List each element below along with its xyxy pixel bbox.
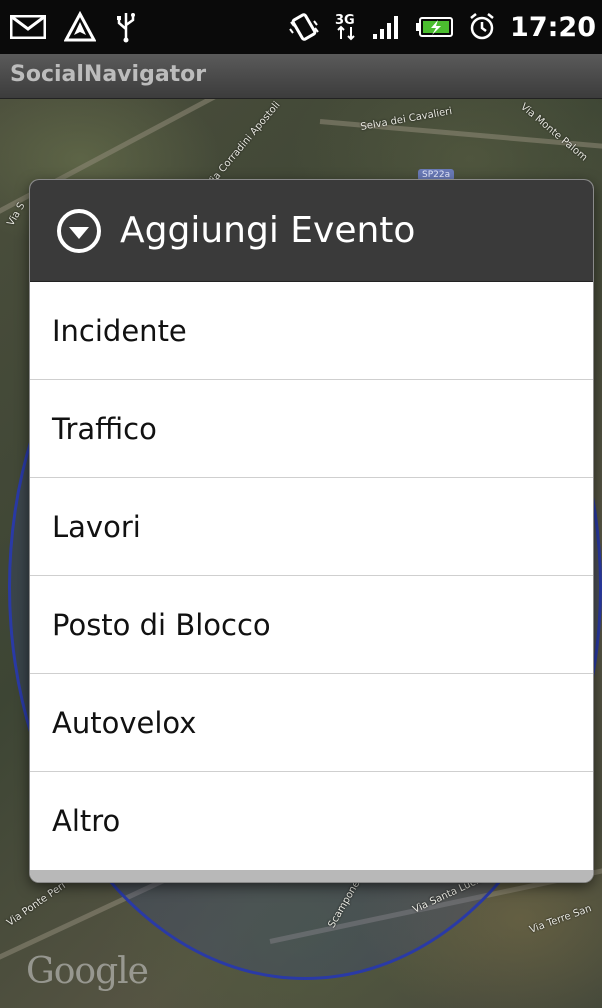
event-option-autovelox[interactable]: Autovelox [30, 674, 593, 772]
network-type: 3G [335, 13, 355, 28]
event-option-incidente[interactable]: Incidente [30, 282, 593, 380]
dialog-title: Aggiungi Evento [120, 210, 416, 251]
app-title: SocialNavigator [10, 62, 207, 87]
event-option-altro[interactable]: Altro [30, 772, 593, 869]
app-title-bar: SocialNavigator [0, 54, 602, 99]
3g-data-icon: 3G [334, 11, 358, 43]
battery-charging-icon [416, 16, 454, 38]
dialog-footer [30, 870, 593, 882]
event-option-traffico[interactable]: Traffico [30, 380, 593, 478]
signal-icon [372, 14, 402, 40]
status-bar: 3G 17:20 [0, 0, 602, 54]
google-logo: Google [26, 951, 149, 992]
clock: 17:20 [510, 11, 596, 43]
dialog-header: Aggiungi Evento [30, 180, 593, 282]
event-list: Incidente Traffico Lavori Posto di Blocc… [30, 282, 593, 869]
usb-icon [114, 11, 138, 43]
add-event-dialog: Aggiungi Evento Incidente Traffico Lavor… [30, 180, 593, 882]
navigation-warning-icon [64, 11, 96, 43]
vibrate-icon [288, 12, 320, 42]
chevron-down-circle-icon [56, 208, 102, 254]
event-option-lavori[interactable]: Lavori [30, 478, 593, 576]
alarm-icon [468, 12, 496, 42]
event-option-posto-di-blocco[interactable]: Posto di Blocco [30, 576, 593, 674]
mail-icon [10, 15, 46, 39]
